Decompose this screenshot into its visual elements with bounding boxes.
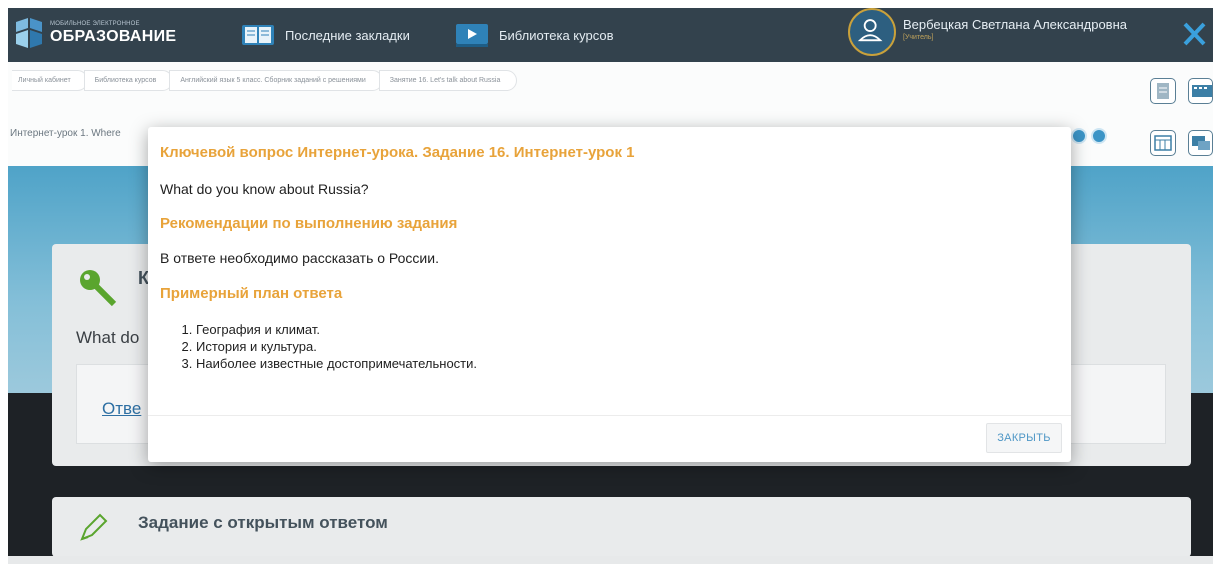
user-name[interactable]: Вербецкая Светлана Александровна [903,17,1127,32]
breadcrumb-item[interactable]: Библиотека курсов [83,70,174,91]
breadcrumb-item[interactable]: Английский язык 5 класс. Сборник заданий… [169,70,383,91]
answer-plan-heading: Примерный план ответа [160,285,343,302]
calendar-tool-button[interactable] [1150,130,1176,156]
list-item: География и климат. [196,321,477,338]
horizontal-scrollbar[interactable] [8,556,1213,564]
breadcrumb: Личный кабинет Библиотека курсов Английс… [12,70,518,91]
breadcrumb-item[interactable]: Личный кабинет [12,70,88,91]
chat-icon [1192,136,1210,150]
close-icon[interactable] [1176,16,1213,52]
logo-mark-icon [16,18,42,48]
open-book-icon [242,25,274,45]
nav-recent-bookmarks-label: Последние закладки [285,27,410,43]
lesson-navigation [1071,128,1107,144]
prev-step-icon[interactable] [1071,128,1087,144]
user-role: [Учитель] [903,34,934,41]
modal-footer: ЗАКРЫТЬ [148,415,1071,462]
video-library-icon [456,24,488,47]
nav-course-library-label: Библиотека курсов [499,27,614,43]
key-icon [80,270,117,307]
calendar-icon [1154,135,1172,151]
breadcrumb-bar: Личный кабинет Библиотека курсов Английс… [8,62,1213,106]
close-button[interactable]: ЗАКРЫТЬ [986,423,1062,453]
lesson-title[interactable]: Интернет-урок 1. Where [10,128,121,139]
list-item: История и культура. [196,338,477,355]
recommendations-heading: Рекомендации по выполнению задания [160,215,458,232]
answer-plan-list: География и климат. История и культура. … [182,321,477,372]
key-question-text: What do [76,328,140,347]
pencil-icon [80,513,108,541]
open-answer-title: Задание с открытым ответом [138,513,388,532]
top-header: МОБИЛЬНОЕ ЭЛЕКТРОННОЕ ОБРАЗОВАНИЕ Послед… [8,8,1213,62]
modal-question: What do you know about Russia? [160,181,369,197]
breadcrumb-item[interactable]: Занятие 16. Let's talk about Russia [378,70,518,91]
notes-icon [1157,83,1169,99]
logo-subtitle: МОБИЛЬНОЕ ЭЛЕКТРОННОЕ [50,21,140,27]
key-question-modal: Ключевой вопрос Интернет-урока. Задание … [148,127,1071,462]
list-item: Наиболее известные достопримечательности… [196,355,477,372]
chat-tool-button[interactable] [1188,130,1213,156]
notes-tool-button[interactable] [1150,78,1176,104]
user-icon [857,19,883,42]
app-window: МОБИЛЬНОЕ ЭЛЕКТРОННОЕ ОБРАЗОВАНИЕ Послед… [0,0,1213,564]
logo[interactable]: МОБИЛЬНОЕ ЭЛЕКТРОННОЕ ОБРАЗОВАНИЕ [14,14,189,54]
user-avatar[interactable] [848,8,896,56]
modal-title: Ключевой вопрос Интернет-урока. Задание … [160,144,635,161]
next-step-icon[interactable] [1091,128,1107,144]
keyboard-icon [1192,85,1212,97]
answer-link[interactable]: Отве [102,399,141,419]
keyboard-tool-button[interactable] [1188,78,1213,104]
nav-recent-bookmarks[interactable]: Последние закладки [241,20,410,50]
nav-course-library[interactable]: Библиотека курсов [455,20,614,50]
recommendations-text: В ответе необходимо рассказать о России. [160,250,439,266]
logo-title: ОБРАЗОВАНИЕ [50,28,177,45]
open-answer-card: Задание с открытым ответом [52,497,1191,557]
